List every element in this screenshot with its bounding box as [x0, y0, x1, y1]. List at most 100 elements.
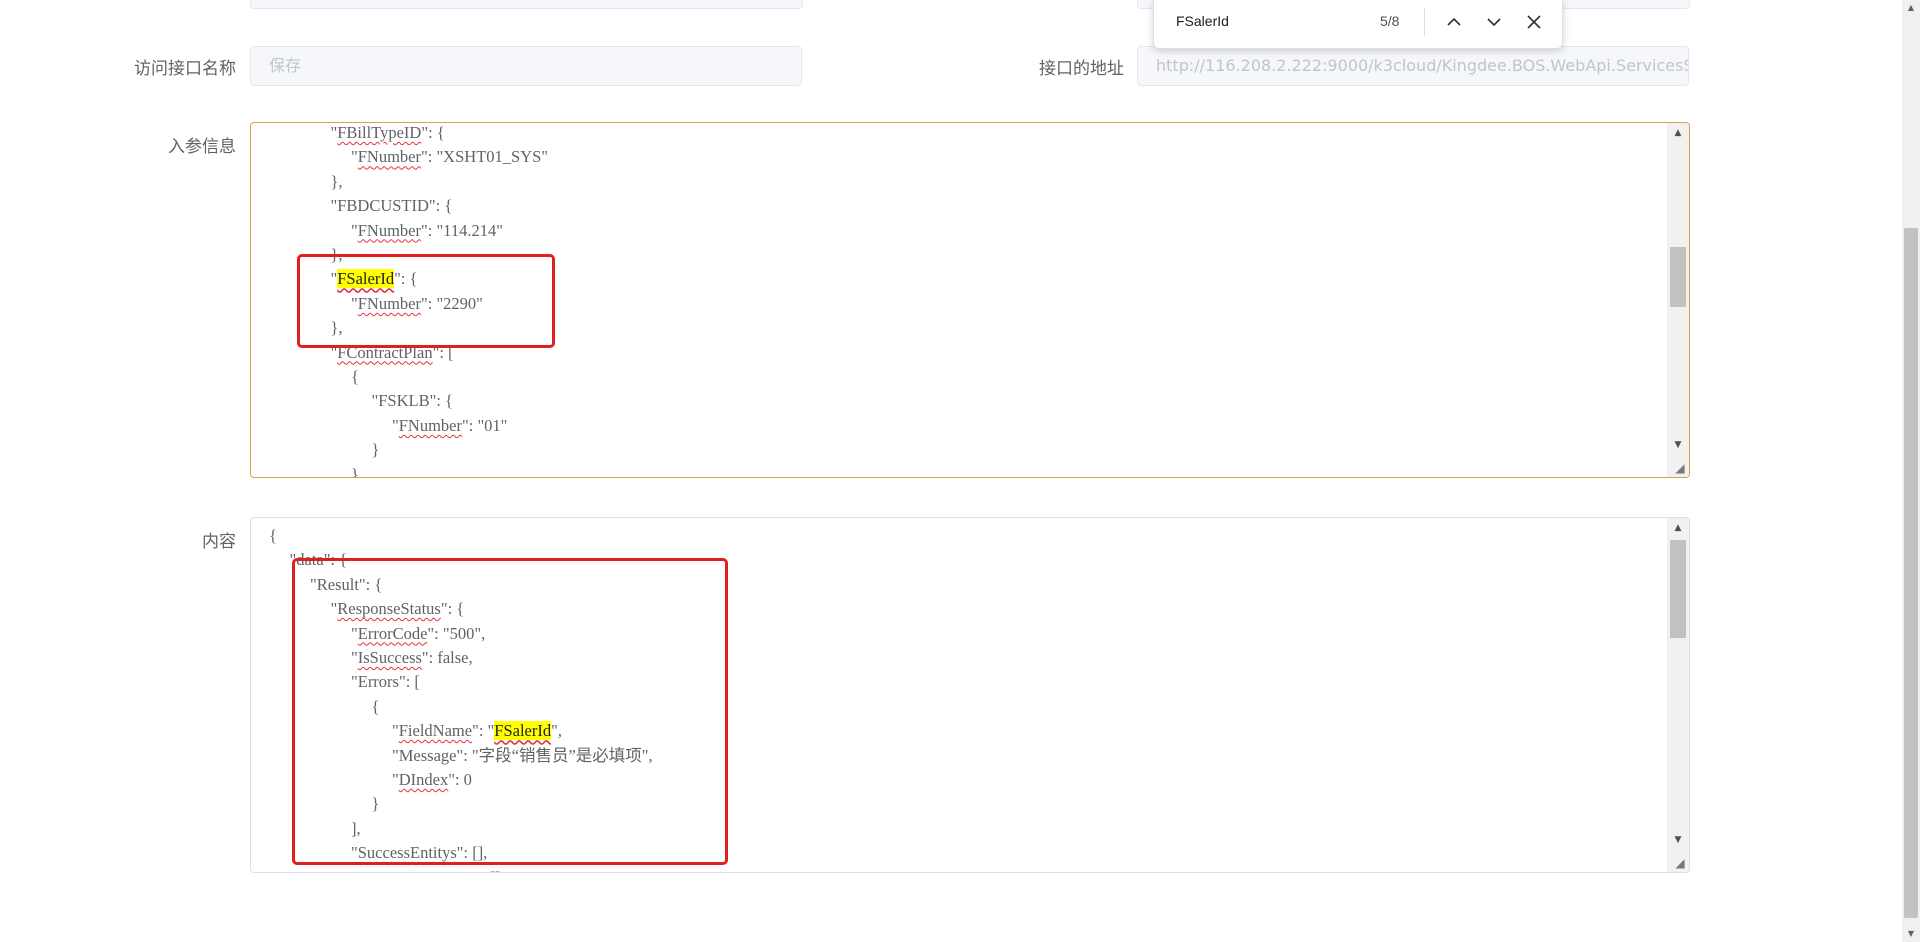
- page-scroll-thumb[interactable]: [1904, 228, 1918, 918]
- search-match-highlight: FSalerId: [337, 269, 395, 289]
- close-icon: [1527, 15, 1541, 29]
- code-line: },: [331, 316, 343, 340]
- code-token: {: [371, 696, 380, 716]
- api-name-input[interactable]: 保存: [250, 46, 802, 86]
- scroll-up-arrow-icon[interactable]: ▲: [1667, 518, 1689, 538]
- code-line: "FBDCUSTID": {: [331, 194, 453, 218]
- code-token: }: [371, 440, 380, 460]
- code-line: "FContractPlan": [: [331, 341, 454, 365]
- code-token: IsSuccess: [357, 648, 422, 667]
- code-token: FNumber: [357, 147, 421, 167]
- code-line: },: [331, 170, 343, 194]
- code-token: ": {: [421, 123, 445, 142]
- code-token: ": [351, 648, 358, 667]
- search-match-highlight: FSalerId: [494, 721, 552, 741]
- code-token: ": [392, 415, 399, 435]
- previous-field-input-left[interactable]: [250, 0, 803, 9]
- code-line: {: [351, 365, 359, 389]
- code-line: "FNumber": "114.214": [351, 219, 503, 243]
- code-token: {: [351, 367, 359, 386]
- code-line: ],: [351, 817, 361, 841]
- input-params-scrollbar[interactable]: ▲ ▼: [1667, 123, 1689, 477]
- resize-grip-icon[interactable]: ◢: [1673, 856, 1687, 870]
- code-token: ": 0: [448, 770, 472, 789]
- code-line: }: [372, 792, 380, 816]
- code-token: "FBDCUSTID": {: [330, 196, 453, 216]
- code-token: },: [330, 245, 343, 264]
- code-line: "FSalerId": {: [331, 267, 418, 291]
- code-line: "FBillTypeID": {: [331, 123, 445, 145]
- code-token: "SuccessMessages": [],: [351, 868, 505, 872]
- input-params-label: 入参信息: [168, 137, 236, 157]
- code-line: "FNumber": "2290": [351, 292, 483, 316]
- code-line: "SuccessEntitys": [],: [351, 841, 487, 865]
- code-token: ": [392, 721, 399, 741]
- content-label: 内容: [202, 532, 236, 552]
- code-line: {: [269, 524, 277, 548]
- code-token: ": ": [472, 721, 495, 741]
- content-scrollbar[interactable]: ▲ ▼: [1667, 518, 1689, 872]
- page-scroll-down-arrow-icon[interactable]: ▼: [1902, 926, 1920, 942]
- code-token: },: [330, 318, 343, 338]
- scroll-down-arrow-icon[interactable]: ▼: [1667, 435, 1689, 455]
- code-line: "FieldName": "FSalerId",: [392, 719, 562, 743]
- code-token: ": "01": [462, 415, 508, 435]
- find-previous-button[interactable]: [1440, 8, 1468, 36]
- code-token: }: [351, 464, 359, 478]
- scroll-down-arrow-icon[interactable]: ▼: [1667, 830, 1689, 850]
- code-token: ": [],: [456, 843, 488, 863]
- code-token: ": false,: [421, 648, 473, 667]
- code-line: "Result": {: [310, 573, 382, 597]
- code-line: {: [372, 695, 380, 719]
- code-line: "FNumber": "01": [392, 414, 507, 438]
- code-line: "SuccessMessages": [],: [351, 866, 505, 872]
- code-token: "Errors": [: [351, 672, 420, 692]
- code-token: ": "114.214": [421, 220, 503, 240]
- code-token: ",: [551, 721, 562, 741]
- code-line: "FNumber": "XSHT01_SYS": [351, 145, 548, 169]
- find-input[interactable]: FSalerId: [1176, 13, 1229, 29]
- api-address-input[interactable]: http://116.208.2.222:9000/k3cloud/Kingde…: [1137, 46, 1689, 86]
- find-close-button[interactable]: [1520, 8, 1548, 36]
- code-line: "ResponseStatus": {: [331, 597, 465, 621]
- code-token: ResponseStatus: [337, 599, 441, 619]
- code-token: ": {: [394, 269, 418, 289]
- code-line: "DIndex": 0: [392, 768, 472, 792]
- page-scroll-up-arrow-icon[interactable]: ▲: [1902, 0, 1920, 16]
- api-address-label: 接口的地址: [1039, 59, 1124, 79]
- code-line: }: [372, 438, 380, 462]
- content-textarea[interactable]: {"data": {"Result": {"ResponseStatus": {…: [250, 517, 1690, 873]
- code-line: "IsSuccess": false,: [351, 646, 473, 670]
- code-token: ErrorCode: [357, 623, 428, 643]
- code-token: ": [392, 770, 399, 789]
- input-params-textarea[interactable]: "FBillTypeID": {"FNumber": "XSHT01_SYS"}…: [250, 122, 1690, 478]
- api-name-label: 访问接口名称: [134, 59, 236, 79]
- code-token: ": [351, 147, 358, 167]
- code-token: ": "XSHT01_SYS": [421, 147, 549, 167]
- page-scrollbar[interactable]: ▲ ▼: [1902, 0, 1920, 942]
- code-line: "Message": "字段“销售员”是必填项",: [392, 744, 653, 768]
- code-token: ": [351, 293, 358, 313]
- code-token: ": {: [440, 599, 465, 619]
- code-token: ": [351, 623, 358, 643]
- code-token: ": [: [432, 342, 454, 362]
- find-match-count: 5/8: [1380, 13, 1400, 29]
- scroll-thumb[interactable]: [1670, 540, 1686, 638]
- find-next-button[interactable]: [1480, 8, 1508, 36]
- scroll-up-arrow-icon[interactable]: ▲: [1667, 123, 1689, 143]
- code-token: FieldName: [398, 721, 473, 741]
- code-token: SuccessEntitys: [357, 843, 457, 863]
- chevron-down-icon: [1487, 18, 1501, 27]
- code-token: FContractPlan: [337, 342, 433, 362]
- code-token: FBillTypeID: [337, 123, 422, 142]
- code-token: ": "2290": [421, 293, 483, 313]
- code-token: ": "500",: [427, 623, 486, 643]
- code-token: "FSKLB": {: [371, 391, 453, 411]
- scroll-thumb[interactable]: [1670, 247, 1686, 307]
- code-line: },: [331, 243, 343, 267]
- code-token: "Message": "字段“销售员”是必填项",: [392, 745, 653, 765]
- code-line: }: [351, 463, 359, 478]
- resize-grip-icon[interactable]: ◢: [1673, 461, 1687, 475]
- code-token: ],: [351, 818, 361, 838]
- chevron-up-icon: [1447, 17, 1461, 26]
